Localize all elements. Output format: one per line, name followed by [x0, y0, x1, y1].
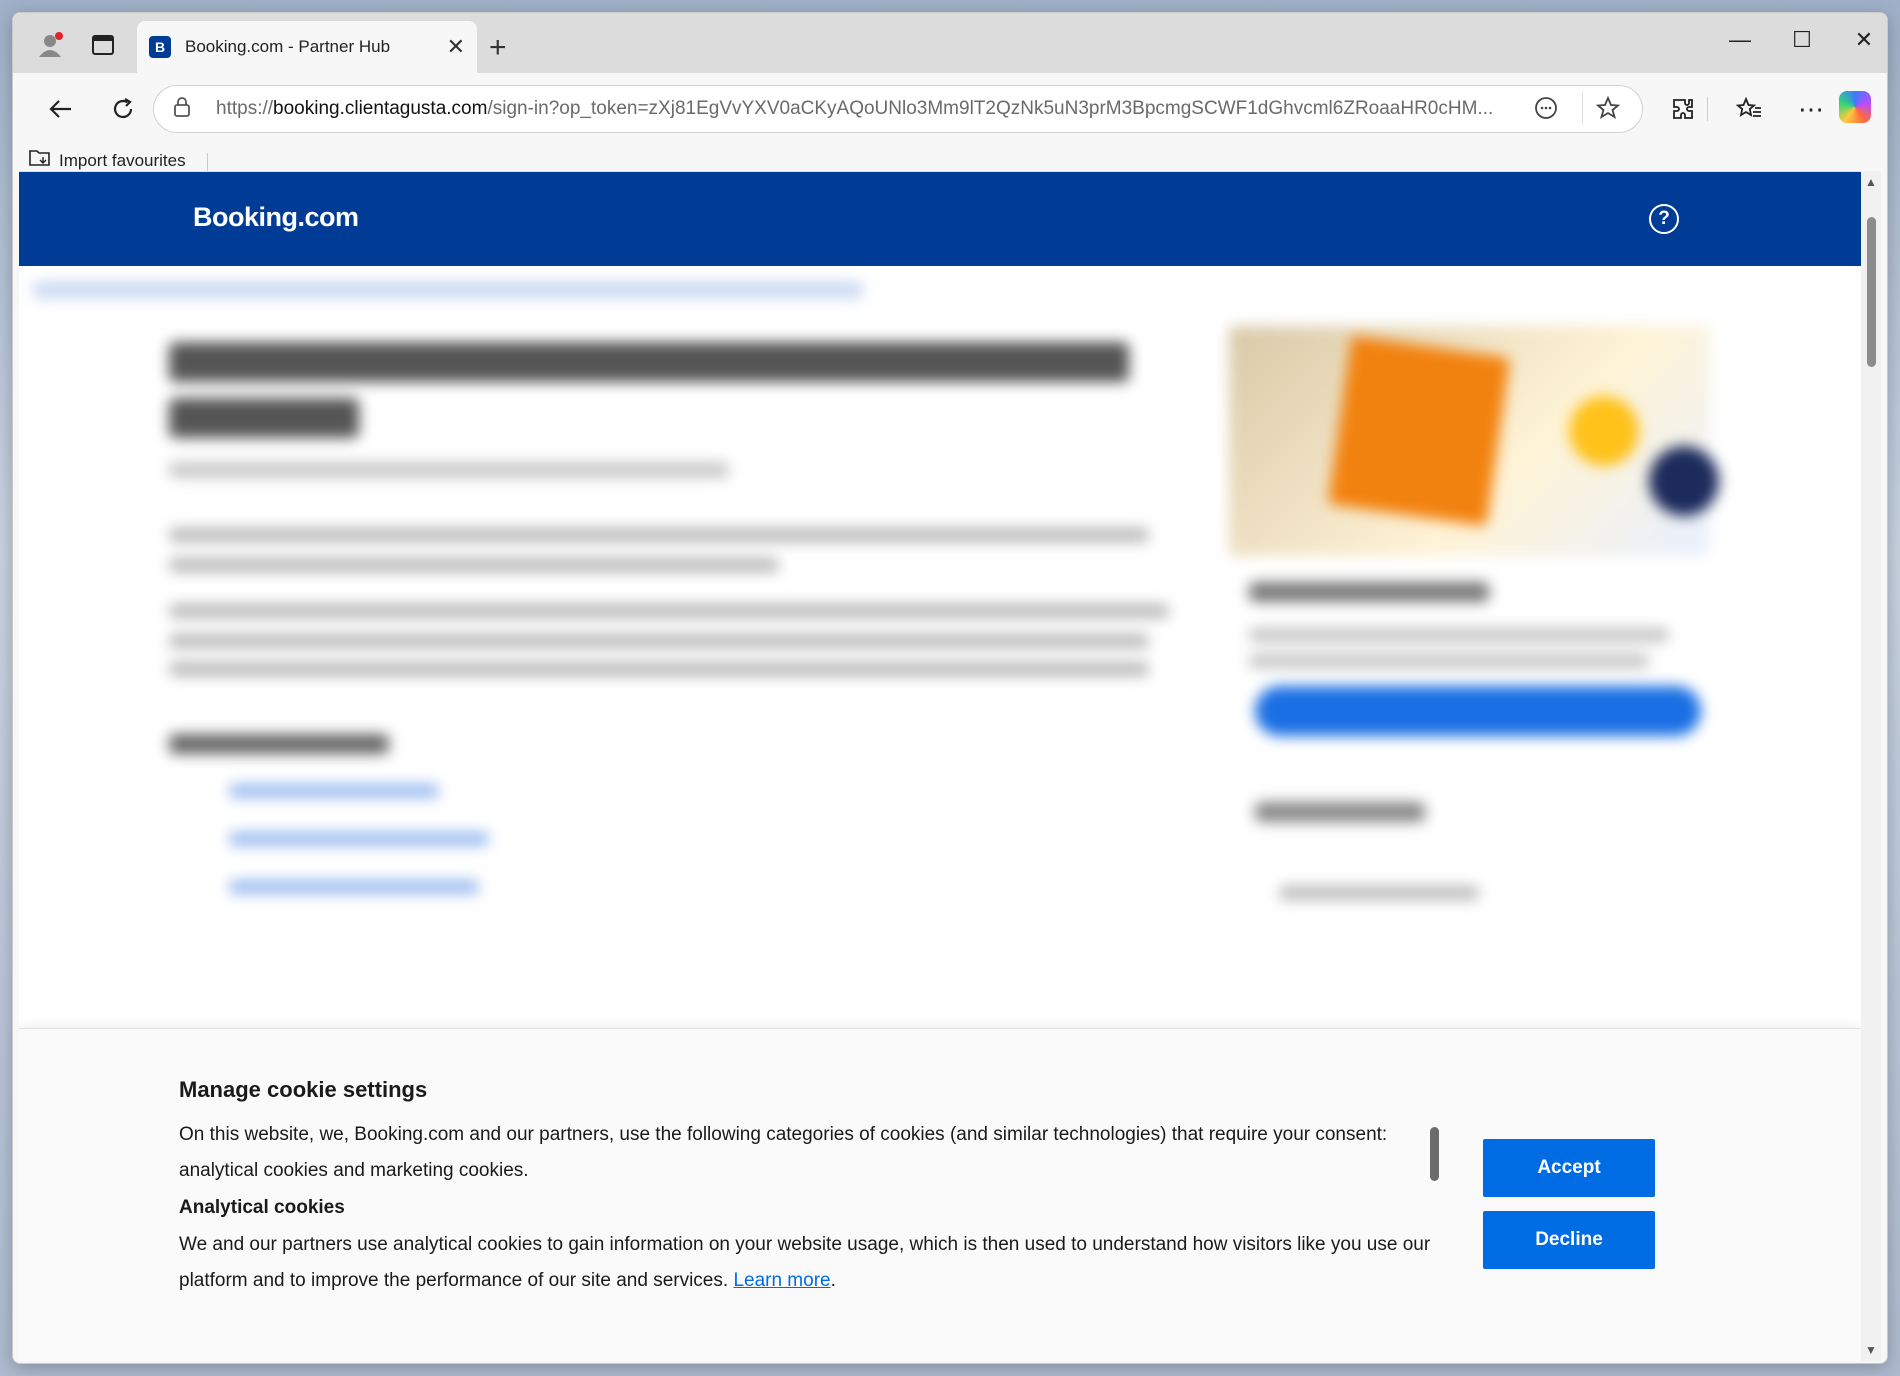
- illustration-shape: [1569, 396, 1639, 466]
- tab-strip: B Booking.com - Partner Hub ✕ + — ☐ ✕: [13, 13, 1887, 73]
- sidebar-heading: [1255, 802, 1425, 822]
- page-scrollbar[interactable]: ▲ ▼: [1861, 171, 1881, 1361]
- minimize-icon[interactable]: —: [1715, 27, 1765, 53]
- maximize-icon[interactable]: ☐: [1777, 27, 1827, 53]
- toc-link: [229, 784, 439, 798]
- paragraph-line: [169, 528, 1149, 542]
- back-icon[interactable]: [43, 91, 79, 127]
- refresh-icon[interactable]: [105, 91, 141, 127]
- favorite-star-icon[interactable]: [1595, 95, 1621, 126]
- breadcrumb: [33, 282, 863, 298]
- scroll-down-icon[interactable]: ▼: [1865, 1343, 1877, 1357]
- tab-title: Booking.com - Partner Hub: [185, 37, 391, 56]
- card-heading: [1249, 582, 1489, 602]
- paragraph-line: [169, 662, 1149, 676]
- reader-mode-icon[interactable]: [1534, 96, 1558, 126]
- period: .: [830, 1270, 836, 1291]
- booking-logo[interactable]: Booking.com: [193, 202, 359, 233]
- card-text: [1249, 654, 1649, 668]
- accept-button[interactable]: Accept: [1483, 1139, 1655, 1197]
- sidebar-item: [1279, 886, 1479, 900]
- address-bar[interactable]: https://booking.clientagusta.com/sign-in…: [153, 85, 1643, 133]
- cookie-title: Manage cookie settings: [179, 1077, 428, 1102]
- cookie-banner: Manage cookie settings On this website, …: [19, 1028, 1861, 1361]
- section-heading: [169, 734, 389, 754]
- browser-toolbar: https://booking.clientagusta.com/sign-in…: [13, 73, 1887, 145]
- card-button: [1255, 686, 1701, 736]
- paragraph-line: [169, 604, 1169, 618]
- card-text: [1249, 628, 1669, 642]
- profile-icon[interactable]: [31, 27, 71, 63]
- site-header: Booking.com ?: [19, 172, 1861, 266]
- article-title-line-1: [169, 342, 1129, 382]
- decline-button[interactable]: Decline: [1483, 1211, 1655, 1269]
- paragraph-line: [169, 634, 1149, 648]
- illustration-shape: [1649, 446, 1719, 516]
- close-tab-icon[interactable]: ✕: [447, 34, 465, 60]
- toc-link: [229, 832, 489, 846]
- scroll-up-icon[interactable]: ▲: [1865, 175, 1877, 189]
- tab-actions-icon[interactable]: [83, 27, 123, 63]
- import-favourites-item[interactable]: Import favourites: [29, 149, 186, 172]
- url-text[interactable]: https://booking.clientagusta.com/sign-in…: [216, 98, 1516, 120]
- browser-window: B Booking.com - Partner Hub ✕ + — ☐ ✕ ht…: [12, 12, 1888, 1364]
- import-favourites-label: Import favourites: [59, 150, 186, 170]
- analytical-cookies-heading: Analytical cookies: [179, 1197, 345, 1218]
- site-info-icon[interactable]: [174, 96, 198, 122]
- toolbar-divider: [1707, 97, 1708, 121]
- more-menu-icon[interactable]: ⋯: [1793, 91, 1829, 127]
- cookie-text-scrollbar[interactable]: [1430, 1127, 1439, 1181]
- new-tab-icon[interactable]: +: [489, 33, 507, 63]
- paragraph-line: [169, 558, 779, 572]
- illustration-shape: [1327, 335, 1511, 527]
- article-meta: [169, 462, 729, 478]
- learn-more-link[interactable]: Learn more: [733, 1270, 830, 1291]
- article-title-line-2: [169, 398, 359, 438]
- copilot-icon[interactable]: [1839, 91, 1871, 123]
- address-divider: [1582, 92, 1583, 124]
- toc-link: [229, 880, 479, 894]
- close-window-icon[interactable]: ✕: [1839, 27, 1887, 53]
- scrollbar-thumb[interactable]: [1867, 217, 1876, 367]
- cookie-intro-text: On this website, we, Booking.com and our…: [179, 1124, 1388, 1181]
- help-icon[interactable]: ?: [1649, 204, 1679, 234]
- favourites-icon[interactable]: [1731, 91, 1767, 127]
- analytical-cookies-text: We and our partners use analytical cooki…: [179, 1227, 1449, 1299]
- import-folder-icon: [29, 149, 51, 172]
- extensions-icon[interactable]: [1665, 91, 1701, 127]
- active-tab[interactable]: B Booking.com - Partner Hub ✕: [137, 21, 477, 73]
- page-viewport: Booking.com ? Manage cookie settings On …: [19, 171, 1861, 1361]
- booking-favicon-icon: B: [149, 36, 171, 58]
